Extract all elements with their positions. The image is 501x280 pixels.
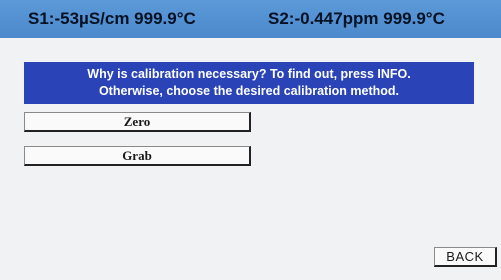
calibration-info-message: Why is calibration necessary? To find ou…: [24, 62, 474, 104]
info-message-line1: Why is calibration necessary? To find ou…: [87, 67, 411, 81]
calibration-panel: Why is calibration necessary? To find ou…: [0, 38, 501, 280]
sensor1-reading: S1:-53µS/cm 999.9°C: [28, 9, 196, 28]
back-button[interactable]: BACK: [434, 247, 497, 267]
status-bar: S1:-53µS/cm 999.9°C S2:-0.447ppm 999.9°C: [0, 0, 501, 38]
calibration-screen: S1:-53µS/cm 999.9°C S2:-0.447ppm 999.9°C…: [0, 0, 501, 280]
zero-calibration-button[interactable]: Zero: [24, 112, 251, 132]
sensor2-reading: S2:-0.447ppm 999.9°C: [268, 9, 445, 28]
grab-calibration-button[interactable]: Grab: [24, 146, 251, 166]
info-message-line2: Otherwise, choose the desired calibratio…: [98, 84, 400, 98]
